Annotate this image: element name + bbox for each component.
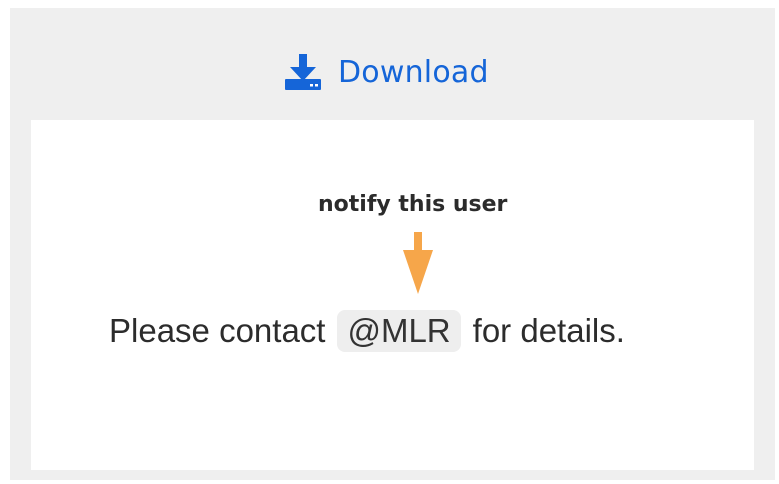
image-preview: notify this user Please contact @MLR for…	[31, 120, 754, 470]
download-label: Download	[338, 54, 489, 90]
user-mention: @MLR	[337, 310, 461, 352]
message-after: for details.	[472, 312, 625, 349]
message-text: Please contact @MLR for details.	[109, 310, 625, 352]
download-link[interactable]: Download	[282, 44, 489, 100]
message-before: Please contact	[109, 312, 326, 349]
attachment-panel: Download notify this user Please contact…	[10, 8, 775, 480]
annotation-text: notify this user	[318, 192, 508, 217]
arrow-down-icon	[403, 232, 433, 294]
download-icon	[282, 51, 324, 93]
